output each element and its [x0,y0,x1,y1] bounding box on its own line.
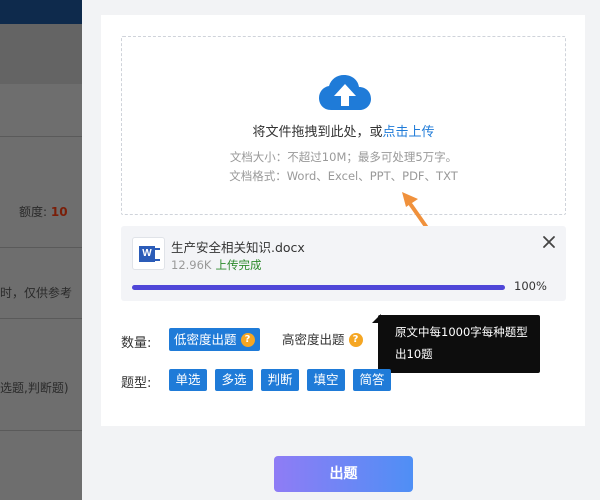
upload-progress-fill [132,285,505,290]
type-true-false[interactable]: 判断 [261,369,299,391]
file-size: 12.96K [171,258,212,272]
progress-percent: 100% [514,279,547,293]
quota-label: 额度: [19,205,51,219]
high-density-label: 高密度出题 [282,332,345,347]
file-name: 生产安全相关知识.docx [171,240,305,255]
type-fill-blank[interactable]: 填空 [307,369,345,391]
upload-progress-bar [132,285,505,290]
file-meta: 12.96K 上传完成 [171,257,261,273]
low-density-label: 低密度出题 [174,332,237,347]
low-density-option[interactable]: 低密度出题? [169,328,260,351]
upload-link[interactable]: 点击上传 [383,125,435,140]
type-short-answer[interactable]: 简答 [353,369,391,391]
uploaded-file-card: W 生产安全相关知识.docx 12.96K 上传完成 100% [121,226,566,301]
word-file-icon: W [132,237,165,270]
type-label: 题型: [121,376,152,391]
quantity-label: 数量: [121,336,152,351]
background-types: 选题,判断题) [0,381,69,395]
cloud-upload-icon [319,75,371,110]
quota-text: 额度: 10 [19,203,68,220]
help-icon[interactable]: ? [348,332,363,347]
file-dropzone[interactable]: 将文件拖拽到此处，或点击上传 文档大小：不超过10M；最多可处理5万字。 文档格… [121,36,566,215]
upload-status: 上传完成 [215,258,262,272]
high-density-option[interactable]: 高密度出题? [282,328,363,351]
format-hint: 文档格式：Word、Excel、PPT、PDF、TXT [229,169,458,183]
help-icon[interactable]: ? [240,332,255,347]
type-single-choice[interactable]: 单选 [169,369,207,391]
drop-text: 将文件拖拽到此处，或 [252,125,383,140]
quota-value: 10 [50,205,68,219]
type-multiple-choice[interactable]: 多选 [215,369,253,391]
close-icon[interactable] [540,233,558,251]
drop-instruction: 将文件拖拽到此处，或点击上传 [122,121,565,140]
generate-questions-button[interactable]: 出题 [274,456,413,492]
size-hint: 文档大小：不超过10M；最多可处理5万字。 [229,150,458,164]
density-tooltip: 原文中每1000字每种题型出10题 [378,315,540,373]
background-note: 时，仅供参考 [0,286,73,300]
